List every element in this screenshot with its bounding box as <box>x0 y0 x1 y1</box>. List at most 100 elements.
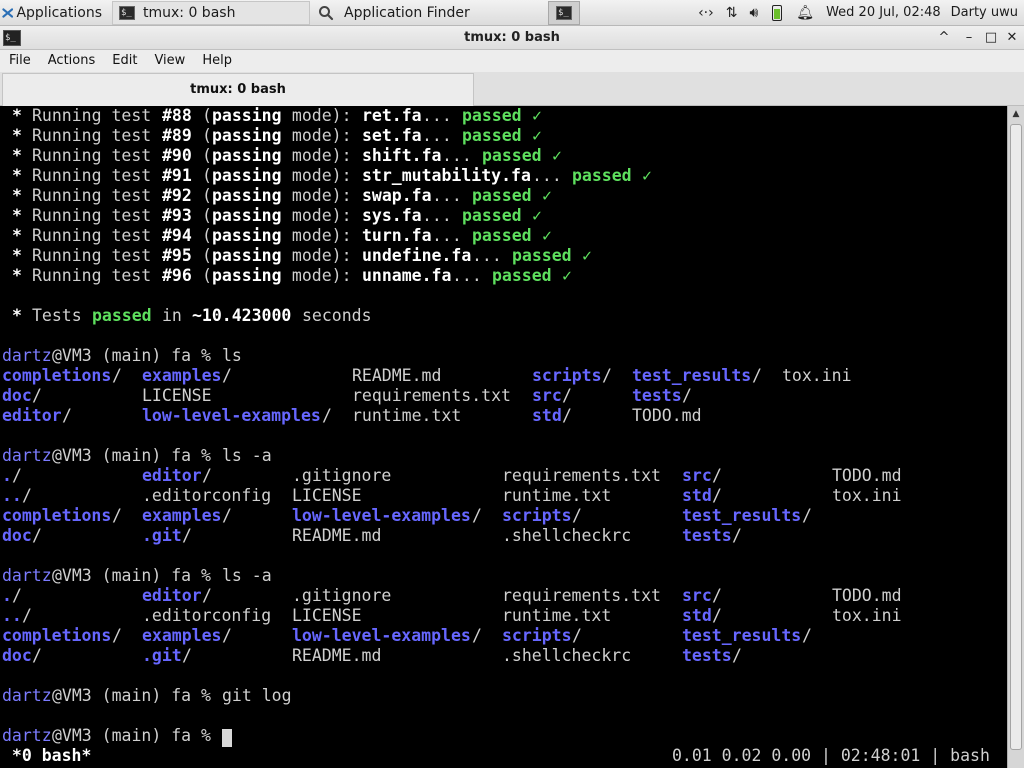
scrollbar-thumb[interactable] <box>1010 124 1022 750</box>
maximize-icon[interactable]: □ <box>982 29 1000 47</box>
file-entry: requirements.txt <box>502 466 661 485</box>
tmux-status-bar: *0 bash* 0.01 0.02 0.00 | 02:48:01 | bas… <box>2 746 1007 766</box>
file-entry: .shellcheckrc <box>502 526 632 545</box>
directory-entry: completions <box>2 626 112 645</box>
directory-entry: examples <box>142 626 222 645</box>
system-tray: ‹·› ⇅ 🔊︎ 🔔︎ Wed 20 Jul, 02:48 Darty uwu <box>686 0 1024 26</box>
directory-entry: doc <box>2 646 32 665</box>
applications-label: Applications <box>16 4 102 21</box>
directory-entry: scripts <box>502 626 572 645</box>
directory-entry: . <box>2 586 12 605</box>
directory-entry: std <box>682 606 712 625</box>
file-entry: runtime.txt <box>352 406 462 425</box>
clock[interactable]: Wed 20 Jul, 02:48 <box>826 5 941 20</box>
directory-entry: std <box>682 486 712 505</box>
prompt-line: dartz @VM3 (main) fa % ls <box>2 346 242 365</box>
directory-entry: std <box>532 406 562 425</box>
directory-entry: test_results <box>682 506 802 525</box>
file-entry: requirements.txt <box>502 586 661 605</box>
directory-entry: . <box>2 466 12 485</box>
directory-entry: doc <box>2 386 32 405</box>
taskbar-item-label: Application Finder <box>344 4 470 21</box>
launcher-terminal-button[interactable]: $_ <box>548 0 580 25</box>
terminal-icon: $_ <box>556 5 572 20</box>
taskbar-item-app-finder[interactable]: Application Finder <box>312 1 512 25</box>
menu-view[interactable]: View <box>145 50 193 72</box>
terminal-cursor <box>222 729 232 747</box>
directory-entry: completions <box>2 366 112 385</box>
chevron-up-icon[interactable]: ^ <box>935 29 953 47</box>
tmux-window-list[interactable]: *0 bash* <box>2 746 91 766</box>
taskbar-item-tmux[interactable]: $_ tmux: 0 bash <box>112 0 310 25</box>
file-entry: TODO.md <box>632 406 702 425</box>
tab-tmux-bash[interactable]: tmux: 0 bash <box>2 73 474 106</box>
prompt-line: dartz @VM3 (main) fa % ls -a <box>2 446 272 465</box>
applications-menu-button[interactable]: Applications <box>0 0 108 26</box>
terminal-window-icon[interactable]: $_ <box>3 29 21 46</box>
window-title: tmux: 0 bash <box>464 30 560 45</box>
file-entry: LICENSE <box>142 386 212 405</box>
file-entry: .editorconfig <box>142 606 272 625</box>
directory-entry: test_results <box>632 366 752 385</box>
prompt-line: dartz @VM3 (main) fa % git log <box>2 686 292 705</box>
prompt-line-current: dartz @VM3 (main) fa % <box>2 726 221 745</box>
directory-entry: src <box>532 386 562 405</box>
file-entry: tox.ini <box>832 606 902 625</box>
directory-entry: examples <box>142 506 222 525</box>
menu-help[interactable]: Help <box>193 50 240 72</box>
network-icon[interactable]: ‹·› <box>698 5 714 21</box>
terminal-scrollbar[interactable]: ▲ <box>1007 106 1024 768</box>
file-entry: TODO.md <box>832 466 902 485</box>
directory-entry: doc <box>2 526 32 545</box>
menu-file[interactable]: File <box>0 50 39 72</box>
file-entry: tox.ini <box>782 366 852 385</box>
file-entry: requirements.txt <box>352 386 511 405</box>
close-icon[interactable]: ✕ <box>1003 29 1021 47</box>
minimize-icon[interactable]: – <box>960 29 978 47</box>
file-entry: LICENSE <box>292 486 362 505</box>
file-entry: TODO.md <box>832 586 902 605</box>
menu-bar: File Actions Edit View Help <box>0 50 1024 72</box>
terminal-output[interactable]: * Running test #88(passing mode): ret.fa...… <box>2 106 1007 768</box>
directory-entry: examples <box>142 366 222 385</box>
taskbar-item-label: tmux: 0 bash <box>143 4 236 21</box>
directory-entry: .. <box>2 606 22 625</box>
top-panel: Applications $_ tmux: 0 bash Application… <box>0 0 1024 26</box>
menu-edit[interactable]: Edit <box>103 50 145 72</box>
tmux-status-right: 0.01 0.02 0.00 | 02:48:01 | bash <box>672 746 990 765</box>
directory-entry: tests <box>632 386 682 405</box>
file-entry: .shellcheckrc <box>502 646 632 665</box>
search-icon <box>319 5 334 20</box>
directory-entry: editor <box>142 466 202 485</box>
menu-actions[interactable]: Actions <box>39 50 104 72</box>
window-titlebar[interactable]: $_ tmux: 0 bash ^ – □ ✕ <box>0 26 1024 50</box>
directory-entry: tests <box>682 526 732 545</box>
directory-entry: low-level-examples <box>292 626 471 645</box>
file-entry: runtime.txt <box>502 486 612 505</box>
directory-entry: editor <box>2 406 62 425</box>
directory-entry: completions <box>2 506 112 525</box>
scroll-up-arrow-icon[interactable]: ▲ <box>1008 106 1024 122</box>
directory-entry: test_results <box>682 626 802 645</box>
file-entry: runtime.txt <box>502 606 612 625</box>
terminal-icon: $_ <box>119 5 135 20</box>
directory-entry: low-level-examples <box>142 406 321 425</box>
directory-entry: scripts <box>502 506 572 525</box>
transfer-arrows-icon[interactable]: ⇅ <box>726 5 738 21</box>
xfce-logo-icon <box>2 7 14 18</box>
directory-entry: editor <box>142 586 202 605</box>
file-entry: .gitignore <box>292 586 392 605</box>
file-entry: README.md <box>292 646 382 665</box>
file-entry: tox.ini <box>832 486 902 505</box>
file-entry: .gitignore <box>292 466 392 485</box>
battery-icon[interactable] <box>772 4 783 21</box>
directory-entry: .. <box>2 486 22 505</box>
user-name[interactable]: Darty uwu <box>951 5 1018 20</box>
prompt-line: dartz @VM3 (main) fa % ls -a <box>2 566 272 585</box>
directory-entry: src <box>682 586 712 605</box>
file-entry: LICENSE <box>292 606 362 625</box>
directory-entry: low-level-examples <box>292 506 471 525</box>
directory-entry: .git <box>142 526 182 545</box>
volume-icon[interactable]: 🔊︎ <box>749 5 758 21</box>
notification-bell-icon[interactable]: 🔔︎ <box>796 5 814 21</box>
